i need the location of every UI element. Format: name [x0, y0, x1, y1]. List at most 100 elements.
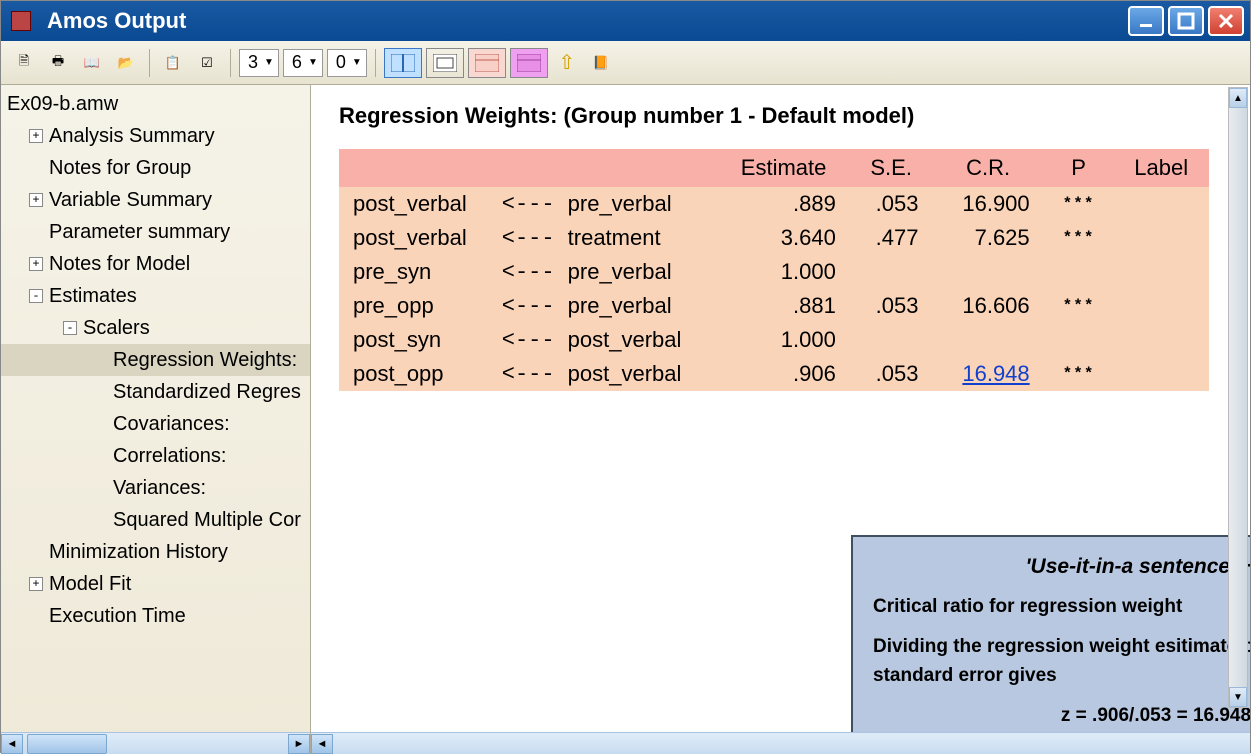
scroll-up-arrow[interactable]: ▲ [1229, 88, 1247, 108]
cell-estimate: .906 [717, 357, 850, 391]
decimals-dropdown-1[interactable]: 3 ▼ [239, 49, 279, 77]
decimals-dropdown-2[interactable]: 6 ▼ [283, 49, 323, 77]
minimize-button[interactable] [1128, 6, 1164, 36]
tree-item[interactable]: Notes for Group [1, 152, 310, 184]
title-bar: Amos Output [1, 1, 1250, 41]
tree-item[interactable]: +Variable Summary [1, 184, 310, 216]
folder-open-icon: 📂 [118, 55, 134, 71]
close-button[interactable] [1208, 6, 1244, 36]
tree-item-label: Standardized Regres [113, 381, 301, 404]
scroll-thumb[interactable] [27, 734, 107, 754]
manual-icon: 📙 [593, 55, 609, 71]
col-estimate: Estimate [717, 149, 850, 187]
cell-dependent: post_opp [339, 357, 493, 391]
chevron-down-icon: ▼ [352, 57, 362, 68]
maximize-button[interactable] [1168, 6, 1204, 36]
dropdown-value: 3 [248, 52, 258, 73]
cell-dependent: post_verbal [339, 221, 493, 255]
cell-dependent: post_verbal [339, 187, 493, 221]
view-red-button[interactable] [468, 48, 506, 78]
cell-p: *** [1044, 187, 1114, 221]
cell-cr: 7.625 [932, 221, 1043, 255]
content-panel: Regression Weights: (Group number 1 - De… [311, 85, 1250, 754]
scroll-left-arrow[interactable]: ◄ [1, 734, 23, 754]
content-horizontal-scrollbar[interactable]: ◄ [311, 732, 1250, 754]
cell-independent: post_verbal [564, 323, 718, 357]
cell-p: *** [1044, 221, 1114, 255]
tree-item[interactable]: +Notes for Model [1, 248, 310, 280]
cell-se [850, 255, 933, 289]
open-button[interactable]: 📂 [111, 48, 141, 78]
tree-item[interactable]: Squared Multiple Cor [1, 504, 310, 536]
decimals-dropdown-3[interactable]: 0 ▼ [327, 49, 367, 77]
table-row: pre_syn<---pre_verbal1.000 [339, 255, 1209, 289]
cell-p [1044, 255, 1114, 289]
manual-button[interactable]: 📙 [586, 48, 616, 78]
tree-item[interactable]: Correlations: [1, 440, 310, 472]
expand-icon[interactable]: + [29, 129, 43, 143]
view-single-button[interactable] [426, 48, 464, 78]
cell-se: .477 [850, 221, 933, 255]
tree-item-label: Model Fit [49, 573, 131, 596]
book-icon: 📖 [84, 55, 100, 71]
table-row: post_verbal<---pre_verbal.889.05316.900*… [339, 187, 1209, 221]
tree-item-label: Notes for Group [49, 157, 191, 180]
expand-icon[interactable]: + [29, 577, 43, 591]
chevron-down-icon: ▼ [264, 57, 274, 68]
separator [375, 49, 376, 77]
expand-icon[interactable]: + [29, 257, 43, 271]
help-equation: z = .906/.053 = 16.948 [873, 702, 1250, 731]
cell-independent: pre_verbal [564, 255, 718, 289]
view-split-button[interactable] [384, 48, 422, 78]
tree-item-label: Minimization History [49, 541, 228, 564]
tree-item[interactable]: Standardized Regres [1, 376, 310, 408]
toolbar: 🗎 🖶 📖 📂 📋 ☑ 3 ▼ 6 ▼ 0 ▼ ⇧ 📙 [1, 41, 1250, 85]
col-se: S.E. [850, 149, 933, 187]
cell-estimate: .881 [717, 289, 850, 323]
expand-icon[interactable]: + [29, 193, 43, 207]
up-arrow-button[interactable]: ⇧ [552, 48, 582, 78]
tree-item[interactable]: -Estimates [1, 280, 310, 312]
tree-item[interactable]: Regression Weights: [1, 344, 310, 376]
tree-item[interactable]: Parameter summary [1, 216, 310, 248]
tree-item[interactable]: -Scalers [1, 312, 310, 344]
tree-item[interactable]: Variances: [1, 472, 310, 504]
copy-icon: 📋 [165, 55, 181, 71]
copy-button[interactable]: 📋 [158, 48, 188, 78]
cell-cr[interactable]: 16.948 [932, 357, 1043, 391]
scroll-down-arrow[interactable]: ▼ [1229, 687, 1247, 707]
tree-horizontal-scrollbar[interactable]: ◄ ► [1, 732, 310, 754]
tree-root[interactable]: Ex09-b.amw [1, 89, 310, 120]
tree-item[interactable]: Minimization History [1, 536, 310, 568]
cell-estimate: 1.000 [717, 255, 850, 289]
print-button[interactable]: 🖶 [43, 48, 73, 78]
content-vertical-scrollbar[interactable]: ▲ ▼ [1228, 87, 1248, 708]
tree-item[interactable]: + Model Fit [1, 568, 310, 600]
cell-independent: post_verbal [564, 357, 718, 391]
cell-se: .053 [850, 357, 933, 391]
options-button[interactable]: ☑ [192, 48, 222, 78]
cell-arrow: <--- [493, 357, 564, 391]
tree-item[interactable]: Covariances: [1, 408, 310, 440]
tree-item-label: Regression Weights: [113, 349, 297, 372]
collapse-icon[interactable]: - [63, 321, 77, 335]
tree-item-label: Analysis Summary [49, 125, 215, 148]
tree-item[interactable]: Execution Time [1, 600, 310, 632]
col-cr: C.R. [932, 149, 1043, 187]
print-preview-button[interactable]: 🗎 [9, 48, 39, 78]
cell-arrow: <--- [493, 187, 564, 221]
help-line-1: Critical ratio for regression weight [873, 593, 1250, 622]
view-magenta-button[interactable] [510, 48, 548, 78]
scroll-left-arrow[interactable]: ◄ [311, 734, 333, 754]
cell-cr: 16.900 [932, 187, 1043, 221]
cell-cr [932, 255, 1043, 289]
collapse-icon[interactable]: - [29, 289, 43, 303]
scroll-right-arrow[interactable]: ► [288, 734, 310, 754]
book-button[interactable]: 📖 [77, 48, 107, 78]
cell-se [850, 323, 933, 357]
tree-item[interactable]: + Analysis Summary [1, 120, 310, 152]
check-icon: ☑ [201, 55, 213, 71]
up-arrow-icon: ⇧ [558, 50, 575, 75]
cell-estimate: 1.000 [717, 323, 850, 357]
cr-link[interactable]: 16.948 [962, 361, 1029, 386]
